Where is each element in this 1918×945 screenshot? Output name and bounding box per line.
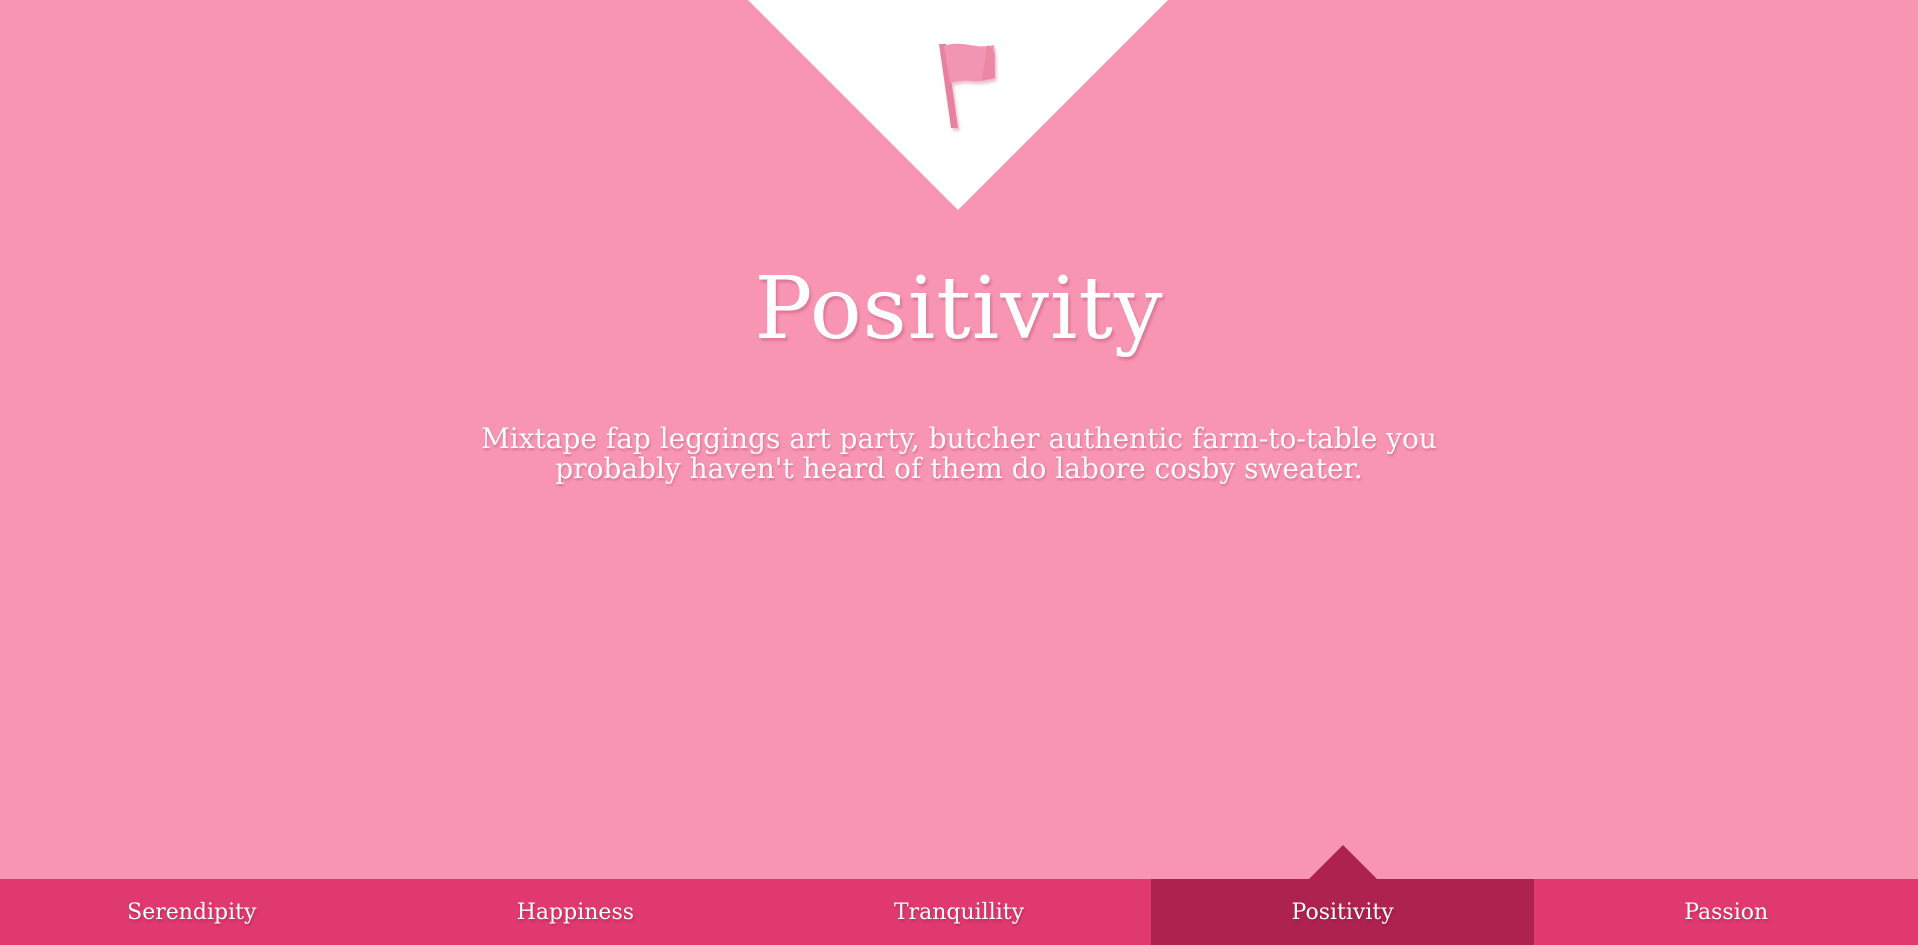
page-title: Positivity <box>754 259 1164 359</box>
bottom-navigation: Serendipity Happiness Tranquillity Posit… <box>0 879 1918 945</box>
main-stage: Positivity Mixtape fap leggings art part… <box>0 0 1918 945</box>
nav-item-happiness[interactable]: Happiness <box>384 879 768 945</box>
page-description: Mixtape fap leggings art party, butcher … <box>481 422 1437 485</box>
flag-icon <box>924 36 1004 136</box>
nav-item-positivity[interactable]: Positivity <box>1150 879 1535 945</box>
nav-item-tranquillity[interactable]: Tranquillity <box>767 879 1151 945</box>
nav-item-serendipity[interactable]: Serendipity <box>0 879 384 945</box>
nav-item-passion[interactable]: Passion <box>1534 879 1918 945</box>
